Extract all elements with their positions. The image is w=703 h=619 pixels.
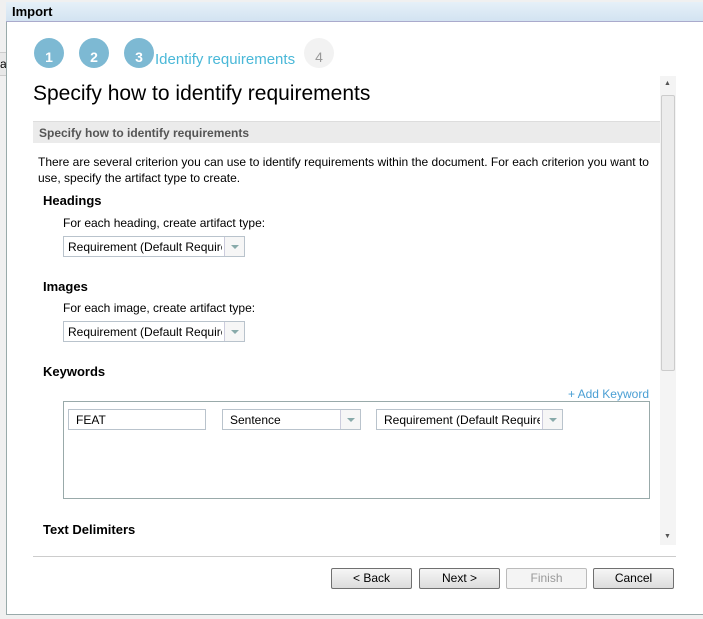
content-scroll-area: Specify how to identify requirements Spe… [33, 76, 660, 545]
images-label: For each image, create artifact type: [63, 301, 256, 315]
keyword-scope-select[interactable]: Sentence [222, 409, 361, 430]
images-title: Images [43, 279, 88, 294]
select-value: Requirement (Default Requirement) [68, 240, 222, 254]
page-title: Specify how to identify requirements [33, 82, 371, 105]
dialog-title: Import [12, 4, 53, 19]
back-button[interactable]: < Back [331, 568, 412, 589]
section-title: Specify how to identify requirements [39, 126, 250, 140]
step-4: 4 [304, 38, 334, 68]
headings-label: For each heading, create artifact type: [63, 216, 266, 230]
chevron-down-icon[interactable] [224, 322, 244, 341]
description: There are several criterion you can use … [38, 155, 649, 185]
keyword-input[interactable]: FEAT [68, 409, 206, 430]
cancel-button[interactable]: Cancel [593, 568, 674, 589]
keyword-artifact-type-select[interactable]: Requirement (Default Requirement) [376, 409, 563, 430]
title-bar[interactable]: Import [6, 2, 703, 22]
text-delimiters-title: Text Delimiters [43, 522, 136, 537]
finish-button[interactable]: Finish [506, 568, 587, 589]
current-step-label: Identify requirements [155, 51, 296, 68]
step-1: 1 [34, 38, 64, 68]
images-artifact-type-select[interactable]: Requirement (Default Requirement) [63, 321, 245, 342]
select-value: Requirement (Default Requirement) [384, 413, 540, 427]
divider [33, 556, 676, 557]
chevron-down-icon[interactable] [224, 237, 244, 256]
scroll-up-icon[interactable]: ▲ [664, 80, 671, 87]
add-keyword-link[interactable]: + Add Keyword [568, 387, 649, 401]
scroll-down-icon[interactable]: ▼ [664, 533, 671, 540]
step-2: 2 [79, 38, 109, 68]
next-button[interactable]: Next > [419, 568, 500, 589]
section-header: Specify how to identify requirements [33, 121, 660, 143]
select-value: Requirement (Default Requirement) [68, 325, 222, 339]
keywords-list: FEAT Sentence Requirement (Default Requi… [63, 401, 650, 499]
keyword-value: FEAT [76, 413, 106, 427]
headings-title: Headings [43, 193, 102, 208]
keywords-title: Keywords [43, 364, 106, 379]
step-3: 3 [124, 38, 154, 68]
headings-artifact-type-select[interactable]: Requirement (Default Requirement) [63, 236, 245, 257]
chevron-down-icon[interactable] [340, 410, 360, 429]
select-value: Sentence [230, 413, 281, 427]
scrollbar-thumb[interactable] [661, 95, 675, 371]
chevron-down-icon[interactable] [542, 410, 562, 429]
